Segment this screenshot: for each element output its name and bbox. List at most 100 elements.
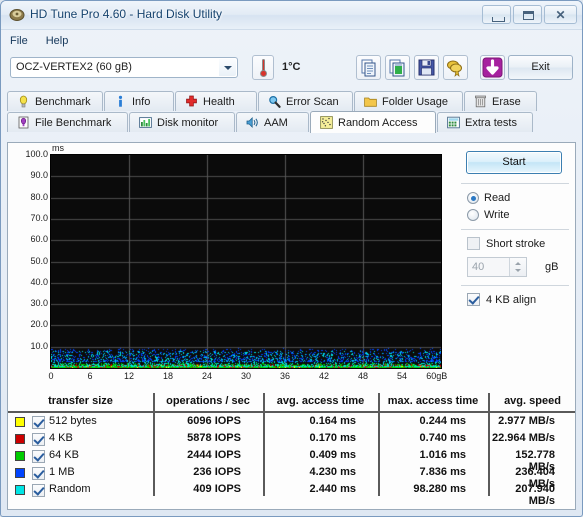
x-tick-label: 24 <box>201 371 213 381</box>
radio-read[interactable]: Read <box>467 192 510 204</box>
tab-erase[interactable]: Erase <box>464 91 537 111</box>
tab-random-access[interactable]: Random Access <box>310 111 436 133</box>
cell-iops: 409 IOPS <box>193 483 241 495</box>
radio-read-icon[interactable] <box>467 192 479 204</box>
row-checkbox[interactable] <box>32 433 45 446</box>
tab-label: Benchmark <box>35 95 91 108</box>
bars-icon <box>139 116 152 129</box>
tab-info[interactable]: Info <box>104 91 174 111</box>
align-label: 4 KB align <box>486 293 537 306</box>
radio-write[interactable]: Write <box>467 209 509 221</box>
y-tick-label: 60.0 <box>30 234 48 245</box>
x-axis-labels: 0 6 12 18 24 30 36 42 48 54 60gB <box>48 371 447 385</box>
maximize-button[interactable] <box>513 5 542 24</box>
cell-max-access: 7.836 ms <box>419 466 466 478</box>
tab-error-scan[interactable]: Error Scan <box>258 91 353 111</box>
row-checkbox[interactable] <box>32 450 45 463</box>
y-tick-label: 90.0 <box>30 170 48 181</box>
tab-label: Info <box>132 95 151 108</box>
save-button[interactable] <box>414 55 439 80</box>
tab-disk-monitor[interactable]: Disk monitor <box>129 112 235 132</box>
table-row[interactable]: 4 KB 5878 IOPS 0.170 ms 0.740 ms 22.964 MB/s <box>8 430 575 447</box>
scatter-icon <box>320 116 333 129</box>
info-icon <box>114 95 127 108</box>
transfer-size-label: 1 MB <box>49 466 75 478</box>
short-stroke-checkbox[interactable]: Short stroke <box>467 237 545 250</box>
cell-max-access: 1.016 ms <box>419 449 466 461</box>
table-row[interactable]: 1 MB 236 IOPS 4.230 ms 7.836 ms 236.404 MB/s <box>8 464 575 490</box>
lightbulb-icon <box>17 95 30 108</box>
tab-health[interactable]: Health <box>175 91 257 111</box>
y-tick-label: 20.0 <box>30 319 48 330</box>
speaker-icon <box>246 116 259 129</box>
tab-label: Error Scan <box>286 95 339 108</box>
cell-avg-speed: 207.940 MB/s <box>515 483 555 507</box>
tab-row-2: File Benchmark Disk monitor AAM Random A… <box>7 111 534 133</box>
row-checkbox[interactable] <box>32 416 45 429</box>
short-stroke-size-input[interactable]: 40 <box>467 257 527 277</box>
tab-row-1: Benchmark Info Health Error Scan Folder … <box>7 91 538 111</box>
y-tick-label: 40.0 <box>30 276 48 287</box>
access-time-chart: ms 100.0 90.0 80.0 70.0 60.0 50.0 40.0 30.0 20.0… <box>8 143 460 391</box>
series-color-swatch <box>15 468 25 478</box>
copy-image-button[interactable] <box>385 55 410 80</box>
drive-select[interactable]: OCZ-VERTEX2 (60 gB) <box>10 57 238 78</box>
cell-iops: 236 IOPS <box>193 466 241 478</box>
toolbar-buttons <box>356 55 505 80</box>
download-button[interactable] <box>480 55 505 80</box>
exit-button[interactable]: Exit <box>508 55 573 80</box>
temperature-button[interactable] <box>252 55 274 80</box>
column-header: operations / sec <box>166 395 250 407</box>
chevron-down-icon[interactable] <box>219 59 236 76</box>
short-stroke-unit: gB <box>545 261 559 273</box>
minimize-icon <box>492 17 505 22</box>
column-header: avg. speed <box>504 395 561 407</box>
scatter-canvas <box>51 155 441 368</box>
y-tick-label: 50.0 <box>30 255 48 266</box>
transfer-size-label: 64 KB <box>49 449 79 461</box>
close-button[interactable]: ✕ <box>544 5 577 24</box>
certificate-button[interactable] <box>443 55 468 80</box>
tab-aam[interactable]: AAM <box>236 112 309 132</box>
cell-iops: 5878 IOPS <box>187 432 241 444</box>
cell-avg-access: 0.170 ms <box>309 432 356 444</box>
divider <box>461 285 569 286</box>
row-checkbox[interactable] <box>32 484 45 497</box>
checkbox-icon[interactable] <box>467 237 480 250</box>
minimize-button[interactable] <box>482 5 511 24</box>
tab-file-benchmark[interactable]: File Benchmark <box>7 112 128 132</box>
table-row[interactable]: Random 409 IOPS 2.440 ms 98.280 ms 207.940 M… <box>8 481 575 507</box>
table-row[interactable]: 64 KB 2444 IOPS 0.409 ms 1.016 ms 152.778 MB… <box>8 447 575 473</box>
transfer-size-label: Random <box>49 483 91 495</box>
table-row[interactable]: 512 bytes 6096 IOPS 0.164 ms 0.244 ms 2.977 … <box>8 413 575 430</box>
y-tick-label: 100.0 <box>25 149 48 159</box>
folder-icon <box>364 95 377 108</box>
tab-extra-tests[interactable]: Extra tests <box>437 112 533 132</box>
checkbox-icon[interactable] <box>467 293 480 306</box>
tab-folder-usage[interactable]: Folder Usage <box>354 91 463 111</box>
align-checkbox[interactable]: 4 KB align <box>467 293 536 306</box>
copy-button[interactable] <box>356 55 381 80</box>
toolbar: OCZ-VERTEX2 (60 gB) 1°C Exit <box>1 51 582 89</box>
start-button[interactable]: Start <box>466 151 562 174</box>
app-window: HD Tune Pro 4.60 - Hard Disk Utility ✕ F… <box>0 0 583 517</box>
row-checkbox[interactable] <box>32 467 45 480</box>
cell-avg-access: 4.230 ms <box>309 466 356 478</box>
divider <box>461 183 569 184</box>
close-icon: ✕ <box>555 7 566 22</box>
radio-write-icon[interactable] <box>467 209 479 221</box>
title-bar: HD Tune Pro 4.60 - Hard Disk Utility ✕ <box>1 1 582 30</box>
cell-max-access: 98.280 ms <box>413 483 466 495</box>
file-benchmark-icon <box>17 116 30 129</box>
menu-file[interactable]: File <box>10 35 28 47</box>
series-color-swatch <box>15 451 25 461</box>
cell-iops: 2444 IOPS <box>187 449 241 461</box>
magnifier-icon <box>268 95 281 108</box>
spinner-buttons[interactable] <box>509 258 526 276</box>
menu-help[interactable]: Help <box>46 35 69 47</box>
cell-max-access: 0.244 ms <box>419 415 466 427</box>
cell-max-access: 0.740 ms <box>419 432 466 444</box>
tab-label: Extra tests <box>465 116 517 129</box>
tab-benchmark[interactable]: Benchmark <box>7 91 103 111</box>
x-tick-label: 48 <box>357 371 369 381</box>
